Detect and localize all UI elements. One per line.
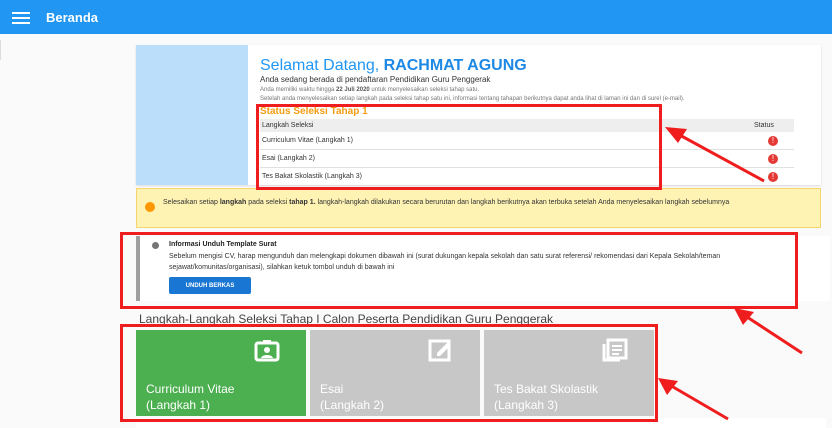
deadline-text: Anda memiliki waktu hingga 22 Juli 2020 … [260,87,479,93]
welcome-greeting: Selamat Datang, [260,57,380,74]
deadline-date: 22 Juli 2020 [336,87,370,93]
top-app-bar: Beranda [0,0,832,34]
step-order-alert: Selesaikan setiap langkah pada seleksi t… [136,188,821,228]
welcome-subtitle: Anda sedang berada di pendaftaran Pendid… [260,75,491,84]
page-title: Beranda [46,10,99,25]
download-highlight-box [120,232,798,309]
alert-text-part: Selesaikan setiap [163,199,218,206]
download-arrow-icon [734,308,803,355]
alert-bold-step: langkah [219,199,247,206]
deadline-suffix: untuk menyelesaikan seleksi tahap satu. [371,87,480,93]
error-status-icon: ! [768,153,778,164]
status-highlight-box [256,104,662,190]
alert-text-part: langkah-langkah dilakukan secara berurut… [317,199,730,206]
table-header-status: Status [752,119,794,132]
steps-highlight-box [120,324,658,422]
alert-text: Selesaikan setiap langkah pada seleksi t… [163,197,813,208]
left-border [0,40,9,60]
steps-arrow-icon [658,378,729,421]
menu-icon[interactable] [12,9,30,25]
error-status-icon: ! [768,171,778,182]
avatar-placeholder [136,45,248,185]
error-status-icon: ! [768,135,778,146]
user-name: RACHMAT AGUNG [383,57,527,74]
welcome-heading: Selamat Datang, RACHMAT AGUNG [260,57,527,75]
welcome-note: Setelah anda menyelesaikan setiap langka… [260,96,685,102]
alert-text-part: pada seleksi [248,199,288,206]
deadline-prefix: Anda memiliki waktu hingga [260,87,335,93]
alert-bold-stage: tahap 1. [289,199,316,206]
warning-icon [145,202,155,212]
